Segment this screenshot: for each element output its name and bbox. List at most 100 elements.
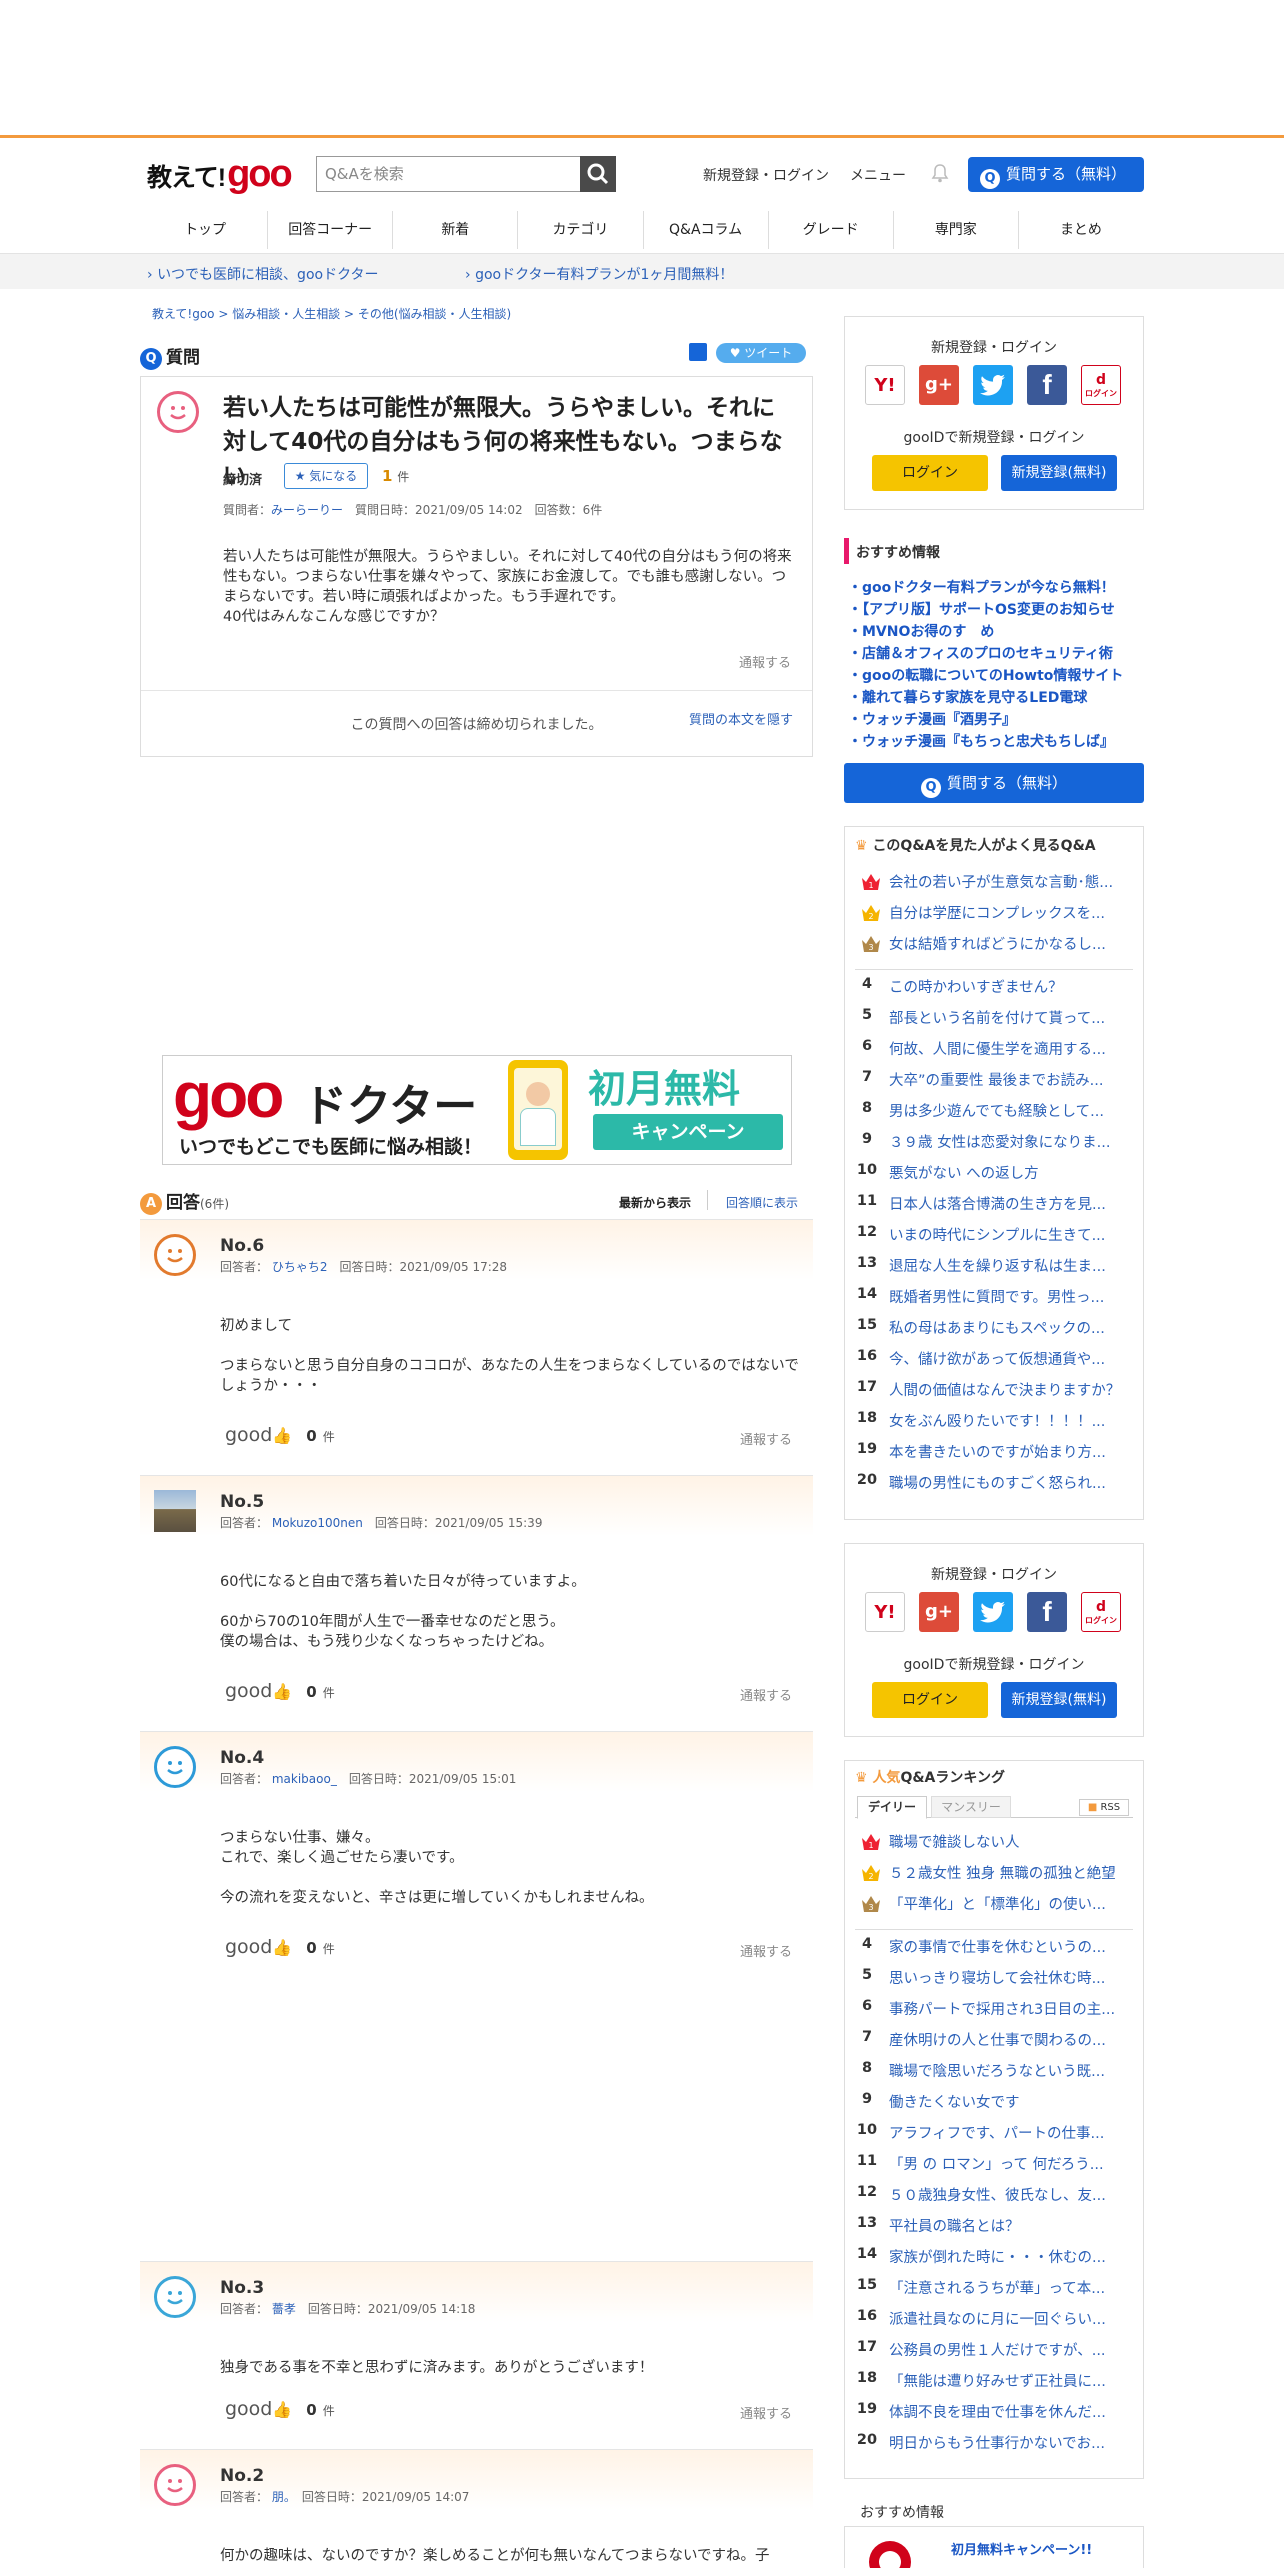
rank-title-link[interactable]: この時かわいすぎません？ (889, 976, 1063, 997)
rank-item[interactable]: 19 体調不良を理由で仕事を休んだ... (845, 2401, 1145, 2432)
rank-item[interactable]: 19 本を書きたいのですが始まり方... (845, 1441, 1145, 1472)
goo-doctor-banner[interactable]: goo ドクター いつでもどこでも医師に悩み相談！ 初月無料 キャンペーン (162, 1055, 792, 1165)
sort-newest[interactable]: 最新から表示 (619, 1194, 691, 1211)
bell-icon[interactable] (931, 163, 949, 183)
promo-link-free[interactable]: › gooドクター有料プランが1ヶ月間無料！ (465, 264, 733, 284)
osusume-item[interactable]: ・ウォッチ漫画『酒男子』 (848, 709, 1016, 729)
nav-category[interactable]: カテゴリ (518, 211, 644, 249)
rank-item[interactable]: 8 男は多少遊んでても経験として... (845, 1100, 1145, 1131)
site-logo[interactable]: 教えて!goo (147, 153, 293, 196)
rank-title-link[interactable]: 私の母はあまりにもスペックの... (889, 1317, 1105, 1338)
rank-title-link[interactable]: 「無能は遭り好みせず正社員に... (889, 2370, 1106, 2391)
rank-item[interactable]: 9 ３９歳 女性は恋愛対象になりま... (845, 1131, 1145, 1162)
breadcrumb[interactable]: 教えて!goo > 悩み相談・人生相談 > その他(悩み相談・人生相談) (152, 305, 511, 322)
hide-body-link[interactable]: 質問の本文を隠す (689, 709, 793, 728)
facebook-icon[interactable]: f (1027, 1592, 1067, 1632)
rank-item[interactable]: 11 「男 の ロマン」って 何だろう... (845, 2153, 1145, 2184)
tab-monthly[interactable]: マンスリー (931, 1796, 1011, 1818)
osusume-item[interactable]: ・【アプリ版】サポートOS変更のお知らせ (848, 599, 1115, 619)
rank-item[interactable]: 5 思いっきり寝坊して会社休む時... (845, 1967, 1145, 1998)
rank-title-link[interactable]: 事務パートで採用され3日目の主... (889, 1998, 1115, 2019)
rank-title-link[interactable]: 退屈な人生を繰り返す私は生ま... (889, 1255, 1106, 1276)
osusume-item[interactable]: ・ウォッチ漫画『もちっと忠犬もちしば』 (848, 731, 1114, 751)
rank-title-link[interactable]: 何故、人間に優生学を適用する... (889, 1038, 1106, 1059)
google-plus-icon[interactable]: g+ (919, 1592, 959, 1632)
rank-item[interactable]: 18 「無能は遭り好みせず正社員に... (845, 2370, 1145, 2401)
rank-title-link[interactable]: 公務員の男性１人だけですが、... (889, 2339, 1106, 2360)
rank-title-link[interactable]: 部長という名前を付けて貰って... (889, 1007, 1105, 1028)
good-button[interactable]: good👍 0 件 (225, 2398, 335, 2420)
rank-title-link[interactable]: 大卒”の重要性 最後までお読み... (889, 1069, 1103, 1090)
rank-title-link[interactable]: 既婚者男性に質問です。男性っ... (889, 1286, 1104, 1307)
rank-title-link[interactable]: 働きたくない女です (889, 2091, 1020, 2112)
rank-title-link[interactable]: 家の事情で仕事を休むというの... (889, 1936, 1106, 1957)
rank-item[interactable]: 7 産休明けの人と仕事で関わるの... (845, 2029, 1145, 2060)
rank-item[interactable]: 6 事務パートで採用され3日目の主... (845, 1998, 1145, 2029)
rank-title-link[interactable]: 思いっきり寝坊して会社休む時... (889, 1967, 1105, 1988)
login-button[interactable]: ログイン (872, 1682, 988, 1718)
rank-item[interactable]: 12 いまの時代にシンプルに生きて... (845, 1224, 1145, 1255)
rank-title-link[interactable]: 悪気がない への返し方 (889, 1162, 1039, 1183)
rank-item[interactable]: 1 会社の若い子が生意気な言動･態... (845, 871, 1145, 902)
rank-title-link[interactable]: 今、儲け欲があって仮想通貨や... (889, 1348, 1105, 1369)
rank-item[interactable]: 3 女は結婚すればどうにかなるし... (845, 933, 1145, 964)
yahoo-icon[interactable]: Y! (865, 1592, 905, 1632)
osusume-item[interactable]: ・店舗＆オフィスのプロのセキュリティ術 (848, 643, 1113, 663)
nav-top[interactable]: トップ (143, 211, 269, 249)
rank-title-link[interactable]: 職場で雑談しない人 (889, 1831, 1020, 1852)
rank-item[interactable]: 8 職場で陰思いだろうなという既... (845, 2060, 1145, 2091)
side-ask-button[interactable]: Q 質問する（無料） (844, 763, 1144, 803)
rank-item[interactable]: 6 何故、人間に優生学を適用する... (845, 1038, 1145, 1069)
report-link[interactable]: 通報する (739, 652, 791, 671)
rank-title-link[interactable]: いまの時代にシンプルに生きて... (889, 1224, 1105, 1245)
twitter-icon[interactable] (973, 1592, 1013, 1632)
osusume-item[interactable]: ・離れて暮らす家族を見守るLED電球 (848, 687, 1087, 707)
report-link[interactable]: 通報する (740, 1685, 792, 1704)
questioner-name-link[interactable]: みーらーりー (271, 503, 343, 517)
register-button[interactable]: 新規登録(無料) (1001, 1682, 1117, 1718)
rank-item[interactable]: 9 働きたくない女です (845, 2091, 1145, 2122)
rank-title-link[interactable]: 人間の価値はなんで決まりますか？ (889, 1379, 1120, 1400)
rank-item[interactable]: 16 派遣社員なのに月に一回ぐらい... (845, 2308, 1145, 2339)
rank-title-link[interactable]: 家族が倒れた時に・・・休むの... (889, 2246, 1106, 2267)
nav-expert[interactable]: 専門家 (894, 211, 1019, 249)
rank-title-link[interactable]: 体調不良を理由で仕事を休んだ... (889, 2401, 1106, 2422)
rank-title-link[interactable]: 男は多少遊んでても経験として... (889, 1100, 1104, 1121)
rank-item[interactable]: 20 明日からもう仕事行かないでお... (845, 2432, 1145, 2463)
watch-button[interactable]: ★ 気になる (284, 463, 368, 489)
rank-title-link[interactable]: 本を書きたいのですが始まり方... (889, 1441, 1106, 1462)
nav-matome[interactable]: まとめ (1019, 211, 1143, 249)
answerer-name-link[interactable]: Mokuzo100nen (272, 1516, 363, 1530)
rank-title-link[interactable]: 「注意されるうちが華」って本... (889, 2277, 1105, 2298)
docomo-icon[interactable]: d ログイン (1081, 365, 1121, 405)
rank-title-link[interactable]: 女は結婚すればどうにかなるし... (889, 933, 1106, 954)
nav-grade[interactable]: グレード (769, 211, 894, 249)
rank-title-link[interactable]: 女をぶん殴りたいです！！！！... (889, 1410, 1105, 1431)
login-link[interactable]: 新規登録・ログイン (703, 165, 829, 185)
tab-daily[interactable]: デイリー (857, 1796, 927, 1819)
answerer-avatar[interactable] (154, 1234, 196, 1276)
rank-item[interactable]: 4 この時かわいすぎません？ (845, 976, 1145, 1007)
rank-title-link[interactable]: 自分は学歴にコンプレックスを... (889, 902, 1105, 923)
answerer-avatar[interactable] (154, 1746, 196, 1788)
rank-item[interactable]: 11 日本人は落合博満の生き方を見... (845, 1193, 1145, 1224)
bottom-osusume-item[interactable]: 初月無料キャンペーン!! (951, 2539, 1092, 2558)
rank-item[interactable]: 16 今、儲け欲があって仮想通貨や... (845, 1348, 1145, 1379)
rank-item[interactable]: 15 「注意されるうちが華」って本... (845, 2277, 1145, 2308)
rank-title-link[interactable]: 明日からもう仕事行かないでお... (889, 2432, 1105, 2453)
answerer-avatar[interactable] (154, 1490, 196, 1532)
good-button[interactable]: good👍 0 件 (225, 1936, 335, 1958)
rank-item[interactable]: 17 公務員の男性１人だけですが、... (845, 2339, 1145, 2370)
rank-item[interactable]: 2 ５２歳女性 独身 無職の孤独と絶望 (845, 1862, 1145, 1893)
rank-title-link[interactable]: 職場で陰思いだろうなという既... (889, 2060, 1105, 2081)
rank-title-link[interactable]: 派遣社員なのに月に一回ぐらい... (889, 2308, 1106, 2329)
rank-item[interactable]: 13 平社員の職名とは？ (845, 2215, 1145, 2246)
answerer-name-link[interactable]: makibaoo_ (272, 1772, 337, 1786)
search-button[interactable] (580, 156, 616, 192)
rank-item[interactable]: 10 アラフィフです、パートの仕事... (845, 2122, 1145, 2153)
nav-column[interactable]: Q&Aコラム (644, 211, 769, 249)
facebook-icon[interactable]: f (1027, 365, 1067, 405)
good-button[interactable]: good👍 0 件 (225, 1424, 335, 1446)
rank-title-link[interactable]: ５０歳独身女性、彼氏なし、友... (889, 2184, 1106, 2205)
menu-link[interactable]: メニュー (850, 165, 906, 185)
